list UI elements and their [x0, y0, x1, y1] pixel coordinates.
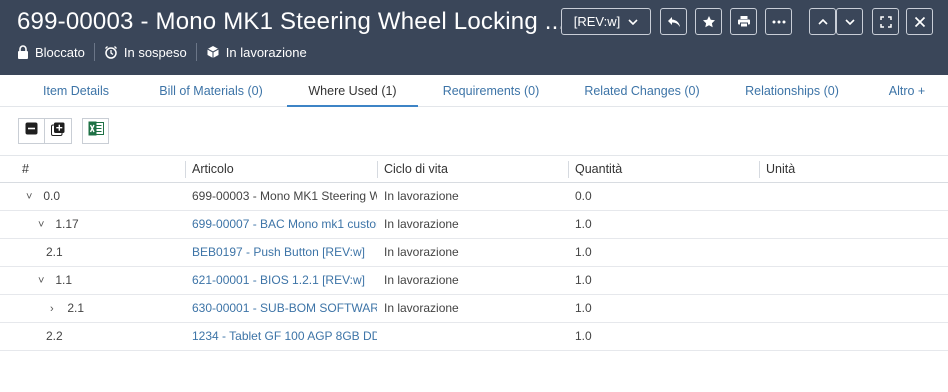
row-quantity: 1.0 — [575, 245, 592, 259]
table-row[interactable]: 2.1 BEB0197 - Push Button [REV:w] In lav… — [0, 239, 948, 267]
previous-item-button[interactable] — [809, 8, 836, 35]
table-row[interactable]: ˅ 1.17 699-00007 - BAC Mono mk1 custon I… — [0, 211, 948, 239]
revision-label: [REV:w] — [573, 14, 621, 29]
tab-more[interactable]: Altro + — [880, 75, 934, 107]
star-icon — [702, 15, 716, 29]
row-article-link[interactable]: 699-00007 - BAC Mono mk1 custon — [192, 211, 377, 238]
ellipsis-icon — [772, 20, 786, 24]
row-quantity: 1.0 — [575, 217, 592, 231]
tab-relationships[interactable]: Relationships (0) — [737, 75, 847, 107]
column-header-article[interactable]: Articolo — [192, 156, 234, 183]
expander-chevron-icon[interactable]: › — [50, 296, 60, 322]
item-title: 699-00003 - Mono MK1 Steering Wheel Lock… — [17, 8, 566, 35]
expander-chevron-icon[interactable]: ˅ — [38, 212, 48, 238]
lock-icon — [17, 45, 29, 59]
row-number: 2.2 — [46, 329, 63, 343]
expander-chevron-icon[interactable]: ˅ — [26, 184, 36, 210]
row-number: 1.1 — [55, 273, 73, 287]
table-row[interactable]: ˅ 1.1 621-00001 - BIOS 1.2.1 [REV:w] In … — [0, 267, 948, 295]
row-number: 2.1 — [67, 301, 85, 315]
chevron-up-icon — [817, 18, 828, 25]
status-workflow: In lavorazione — [206, 45, 307, 60]
status-locked: Bloccato — [17, 45, 85, 60]
column-divider[interactable] — [759, 161, 760, 178]
fullscreen-button[interactable] — [872, 8, 899, 35]
column-divider[interactable] — [568, 161, 569, 178]
column-divider[interactable] — [377, 161, 378, 178]
tab-bill-of-materials[interactable]: Bill of Materials (0) — [150, 75, 272, 107]
grid-header: # Articolo Ciclo di vita Quantità Unità — [0, 155, 948, 183]
close-icon — [914, 16, 926, 28]
revision-dropdown[interactable]: [REV:w] — [561, 8, 651, 35]
row-article-link[interactable]: 1234 - Tablet GF 100 AGP 8GB DDR5 — [192, 323, 377, 350]
printer-icon — [737, 15, 751, 28]
column-divider[interactable] — [185, 161, 186, 178]
table-row[interactable]: 2.2 1234 - Tablet GF 100 AGP 8GB DDR5 1.… — [0, 323, 948, 351]
row-quantity: 1.0 — [575, 329, 592, 343]
favorite-button[interactable] — [695, 8, 722, 35]
next-item-button[interactable] — [836, 8, 863, 35]
row-article-link[interactable]: BEB0197 - Push Button [REV:w] — [192, 239, 377, 266]
tab-related-changes[interactable]: Related Changes (0) — [576, 75, 708, 107]
reply-icon — [667, 16, 681, 28]
where-used-grid: # Articolo Ciclo di vita Quantità Unità … — [0, 155, 948, 351]
row-number: 1.17 — [55, 217, 79, 231]
table-row[interactable]: ˅ 0.0 699-00003 - Mono MK1 Steering W In… — [0, 183, 948, 211]
column-header-lifecycle[interactable]: Ciclo di vita — [384, 156, 448, 183]
tab-requirements[interactable]: Requirements (0) — [434, 75, 548, 107]
collapse-all-button[interactable] — [18, 118, 45, 144]
row-lifecycle — [384, 323, 564, 350]
row-lifecycle: In lavorazione — [384, 301, 459, 315]
status-pending: In sospeso — [104, 45, 187, 60]
column-header-number[interactable]: # — [22, 156, 29, 183]
grid-toolbar — [18, 118, 109, 144]
more-actions-button[interactable] — [765, 8, 792, 35]
item-tabs: Item Details Bill of Materials (0) Where… — [0, 75, 948, 107]
column-header-quantity[interactable]: Quantità — [575, 156, 622, 183]
cube-icon — [206, 45, 220, 59]
reply-button[interactable] — [660, 8, 687, 35]
row-article-link[interactable]: 630-00001 - SUB-BOM SOFTWARE — [192, 295, 377, 322]
close-button[interactable] — [906, 8, 933, 35]
row-article: 699-00003 - Mono MK1 Steering W — [192, 189, 377, 203]
status-divider — [195, 43, 197, 61]
row-lifecycle: In lavorazione — [384, 273, 459, 287]
row-quantity: 0.0 — [575, 189, 592, 203]
row-lifecycle: In lavorazione — [384, 245, 459, 259]
status-workflow-label: In lavorazione — [225, 44, 307, 60]
tab-item-details[interactable]: Item Details — [32, 75, 120, 107]
row-lifecycle: In lavorazione — [384, 189, 459, 203]
status-locked-label: Bloccato — [35, 44, 85, 60]
row-lifecycle: In lavorazione — [384, 217, 459, 231]
expand-all-icon — [51, 122, 65, 141]
row-number: 2.1 — [46, 245, 63, 259]
row-article-link[interactable]: 621-00001 - BIOS 1.2.1 [REV:w] — [192, 267, 377, 294]
export-excel-button[interactable] — [82, 118, 109, 144]
chevron-down-icon — [628, 18, 638, 25]
status-divider — [93, 43, 95, 61]
row-number: 0.0 — [43, 189, 61, 203]
status-pending-label: In sospeso — [123, 44, 187, 60]
tab-where-used[interactable]: Where Used (1) — [287, 75, 418, 107]
expand-icon — [879, 15, 892, 28]
print-button[interactable] — [730, 8, 757, 35]
row-quantity: 1.0 — [575, 273, 592, 287]
excel-icon — [88, 121, 104, 141]
expander-chevron-icon[interactable]: ˅ — [38, 268, 48, 294]
collapse-all-icon — [25, 122, 38, 140]
column-header-unit[interactable]: Unità — [766, 156, 795, 183]
chevron-down-icon — [844, 18, 855, 25]
status-row: Bloccato In sospeso In lavorazione — [17, 43, 307, 61]
row-quantity: 1.0 — [575, 301, 592, 315]
item-header: 699-00003 - Mono MK1 Steering Wheel Lock… — [0, 0, 948, 75]
expand-all-button[interactable] — [45, 118, 72, 144]
table-row[interactable]: › 2.1 630-00001 - SUB-BOM SOFTWARE In la… — [0, 295, 948, 323]
expand-collapse-group — [18, 118, 72, 144]
alarm-clock-icon — [104, 45, 118, 59]
